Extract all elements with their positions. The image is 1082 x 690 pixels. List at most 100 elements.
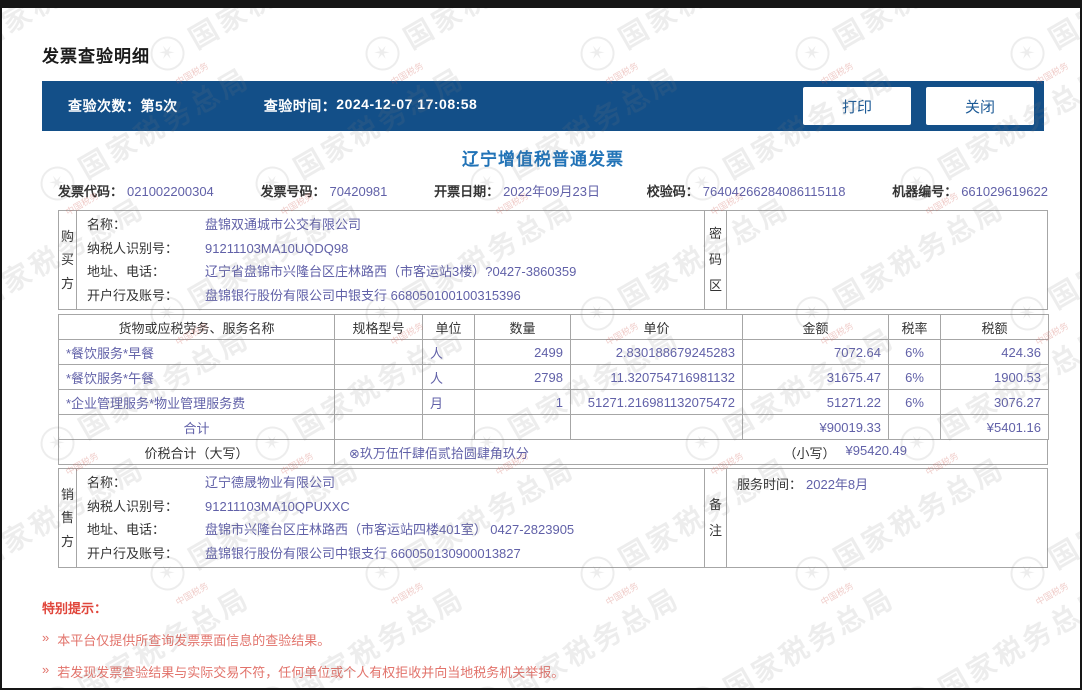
invoice-verification-page: 发票查验明细 查验次数： 第5次 查验时间： 2024-12-07 17:08:…: [0, 0, 1082, 690]
amount-in-words-cell: ⊗玖万伍仟肆佰贰拾圆肆角玖分 （小写） ¥95420.49: [335, 440, 1047, 464]
item-rate: 6%: [888, 339, 941, 365]
item-tax: 3076.27: [940, 389, 1049, 415]
invoice-body: 发票代码： 021002200304 发票号码： 70420981 开票日期： 202…: [58, 183, 1049, 568]
empty-cell: [422, 414, 475, 440]
buyer-rows: 名称： 盘锦双通城市公交有限公司 纳税人识别号： 91211103MA10UQDQ9…: [77, 211, 704, 309]
buyer-address-row: 地址、电话： 辽宁省盘锦市兴隆台区庄林路西（市客运站3楼）?0427-386035…: [77, 260, 704, 283]
item-rate: 6%: [888, 389, 941, 415]
item-price: 2.830188679245283: [570, 339, 743, 365]
empty-cell: [888, 414, 941, 440]
seller-bank-label: 开户行及账号：: [87, 545, 179, 561]
password-area: [727, 211, 1047, 309]
notice-item-text: 若发现发票查验结果与实际交易不符，任何单位或个人有权拒收并向当地税务机关举报。: [57, 665, 565, 680]
seller-address-value: 盘锦市兴隆台区庄林路西（市客运站四楼401室） 0427-2823905: [205, 522, 575, 538]
page-content: 发票查验明细 查验次数： 第5次 查验时间： 2024-12-07 17:08:…: [2, 8, 1080, 688]
col-price: 单价: [570, 314, 743, 340]
close-button[interactable]: 关闭: [926, 87, 1034, 125]
buyer-name-label: 名称：: [87, 217, 127, 233]
notice-bullet: »: [42, 630, 50, 645]
password-area-label: 密码区: [704, 211, 727, 309]
notice-title: 特别提示：: [42, 601, 108, 616]
items-total-label: 合计: [58, 414, 335, 440]
check-count-label: 查验次数：: [68, 98, 141, 114]
service-time-value: 2022年8月: [806, 477, 869, 492]
check-time-label: 查验时间：: [263, 98, 337, 114]
invoice-code-label: 发票代码：: [58, 184, 124, 199]
invoice-checksum-label: 校验码：: [646, 184, 699, 199]
amount-uppercase: ⊗玖万伍仟肆佰贰拾圆肆角玖分: [349, 445, 529, 461]
invoice-machine-no: 机器编号： 661029619622: [892, 183, 1048, 201]
item-name: *餐饮服务*午餐: [58, 364, 335, 390]
buyer-box: 购买方 名称： 盘锦双通城市公交有限公司 纳税人识别号： 91211103MA10U…: [58, 210, 1048, 310]
buyer-bank-row: 开户行及账号： 盘锦银行股份有限公司中银支行 668050100100315396: [77, 284, 704, 307]
remarks-area: 服务时间： 2022年8月: [727, 469, 1047, 567]
notice-item: » 本平台仅提供所查询发票票面信息的查验结果。: [42, 630, 1080, 649]
seller-taxid-label: 纳税人识别号：: [87, 498, 179, 514]
item-qty: 2798: [474, 364, 571, 390]
notice-bullet: »: [42, 662, 50, 677]
page-title: 发票查验明细: [42, 47, 150, 66]
buyer-side-label: 购买方: [59, 211, 77, 309]
notice-item: » 若发现发票查验结果与实际交易不符，任何单位或个人有权拒收并向当地税务机关举报。: [42, 662, 1080, 681]
items-header-row: 货物或应税劳务、服务名称 规格型号 单位 数量 单价 金额 税率 税额: [58, 314, 1049, 340]
notice-item-text: 本平台仅提供所查询发票票面信息的查验结果。: [57, 633, 331, 648]
item-amount: 7072.64: [742, 339, 889, 365]
buyer-taxid-value: 91211103MA10UQDQ98: [205, 240, 349, 256]
item-amount: 31675.47: [742, 364, 889, 390]
buyer-bank-label: 开户行及账号：: [87, 287, 179, 303]
items-total-row: 合计 ¥90019.33 ¥5401.16: [58, 414, 1049, 440]
check-time-value: 2024-12-07 17:08:58: [336, 96, 478, 112]
item-tax: 424.36: [940, 339, 1049, 365]
check-time: 查验时间： 2024-12-07 17:08:58: [264, 96, 478, 116]
item-name: *餐饮服务*早餐: [58, 339, 335, 365]
col-amount: 金额: [742, 314, 889, 340]
item-spec: [334, 389, 423, 415]
password-area-label-text: 密码区: [708, 226, 722, 293]
remarks-label-text: 备注: [708, 497, 722, 538]
invoice-number-value: 70420981: [329, 184, 388, 199]
seller-name-label: 名称：: [87, 475, 127, 491]
col-name: 货物或应税劳务、服务名称: [58, 314, 335, 340]
toolbar-info: 查验次数： 第5次 查验时间： 2024-12-07 17:08:58: [68, 96, 477, 116]
seller-rows: 名称： 辽宁德晟物业有限公司 纳税人识别号： 91211103MA10QPUXXC …: [77, 469, 704, 567]
check-count-value: 第5次: [140, 98, 178, 114]
item-unit: 人: [422, 364, 475, 390]
special-notice: 特别提示： » 本平台仅提供所查询发票票面信息的查验结果。 » 若发现发票查验结果与…: [42, 598, 1080, 681]
invoice-date-value: 2022年09月23日: [503, 184, 600, 199]
item-price: 51271.216981132075472: [570, 389, 743, 415]
col-unit: 单位: [422, 314, 475, 340]
item-amount: 51271.22: [742, 389, 889, 415]
seller-address-label: 地址、电话：: [87, 522, 166, 538]
item-price: 11.320754716981132: [570, 364, 743, 390]
invoice-checksum-value: 76404266284086115118: [702, 184, 846, 199]
item-row: *企业管理服务*物业管理服务费 月 1 51271.21698113207547…: [58, 389, 1049, 415]
item-row: *餐饮服务*早餐 人 2499 2.830188679245283 7072.6…: [58, 339, 1049, 365]
invoice-number-label: 发票号码：: [260, 184, 326, 199]
items-total-tax: ¥5401.16: [940, 414, 1049, 440]
items-total-amount: ¥90019.33: [742, 414, 889, 440]
buyer-taxid-label: 纳税人识别号：: [87, 240, 179, 256]
invoice-checksum: 校验码： 76404266284086115118: [647, 183, 846, 201]
item-name: *企业管理服务*物业管理服务费: [58, 389, 335, 415]
toolbar-buttons: 打印 关闭: [788, 87, 1034, 125]
item-tax: 1900.53: [940, 364, 1049, 390]
invoice-date-label: 开票日期：: [434, 184, 500, 199]
seller-name-value: 辽宁德晟物业有限公司: [205, 475, 336, 491]
buyer-address-label: 地址、电话：: [87, 264, 166, 280]
empty-cell: [474, 414, 571, 440]
seller-bank-value: 盘锦银行股份有限公司中银支行 660050130900013827: [205, 545, 521, 561]
check-count: 查验次数： 第5次: [68, 96, 178, 116]
seller-taxid-value: 91211103MA10QPUXXC: [205, 498, 350, 514]
item-spec: [334, 364, 423, 390]
col-spec: 规格型号: [334, 314, 423, 340]
buyer-taxid-row: 纳税人识别号： 91211103MA10UQDQ98: [77, 237, 704, 260]
item-unit: 人: [422, 339, 475, 365]
seller-box: 销售方 名称： 辽宁德晟物业有限公司 纳税人识别号： 91211103MA10QPU…: [58, 468, 1048, 568]
empty-cell: [570, 414, 743, 440]
print-button[interactable]: 打印: [803, 87, 911, 125]
service-time-label: 服务时间：: [737, 477, 803, 492]
toolbar: 查验次数： 第5次 查验时间： 2024-12-07 17:08:58 打印 关…: [42, 81, 1044, 131]
invoice-number: 发票号码： 70420981: [261, 183, 388, 201]
invoice-machine-no-label: 机器编号：: [892, 184, 958, 199]
buyer-name-value: 盘锦双通城市公交有限公司: [205, 217, 362, 233]
